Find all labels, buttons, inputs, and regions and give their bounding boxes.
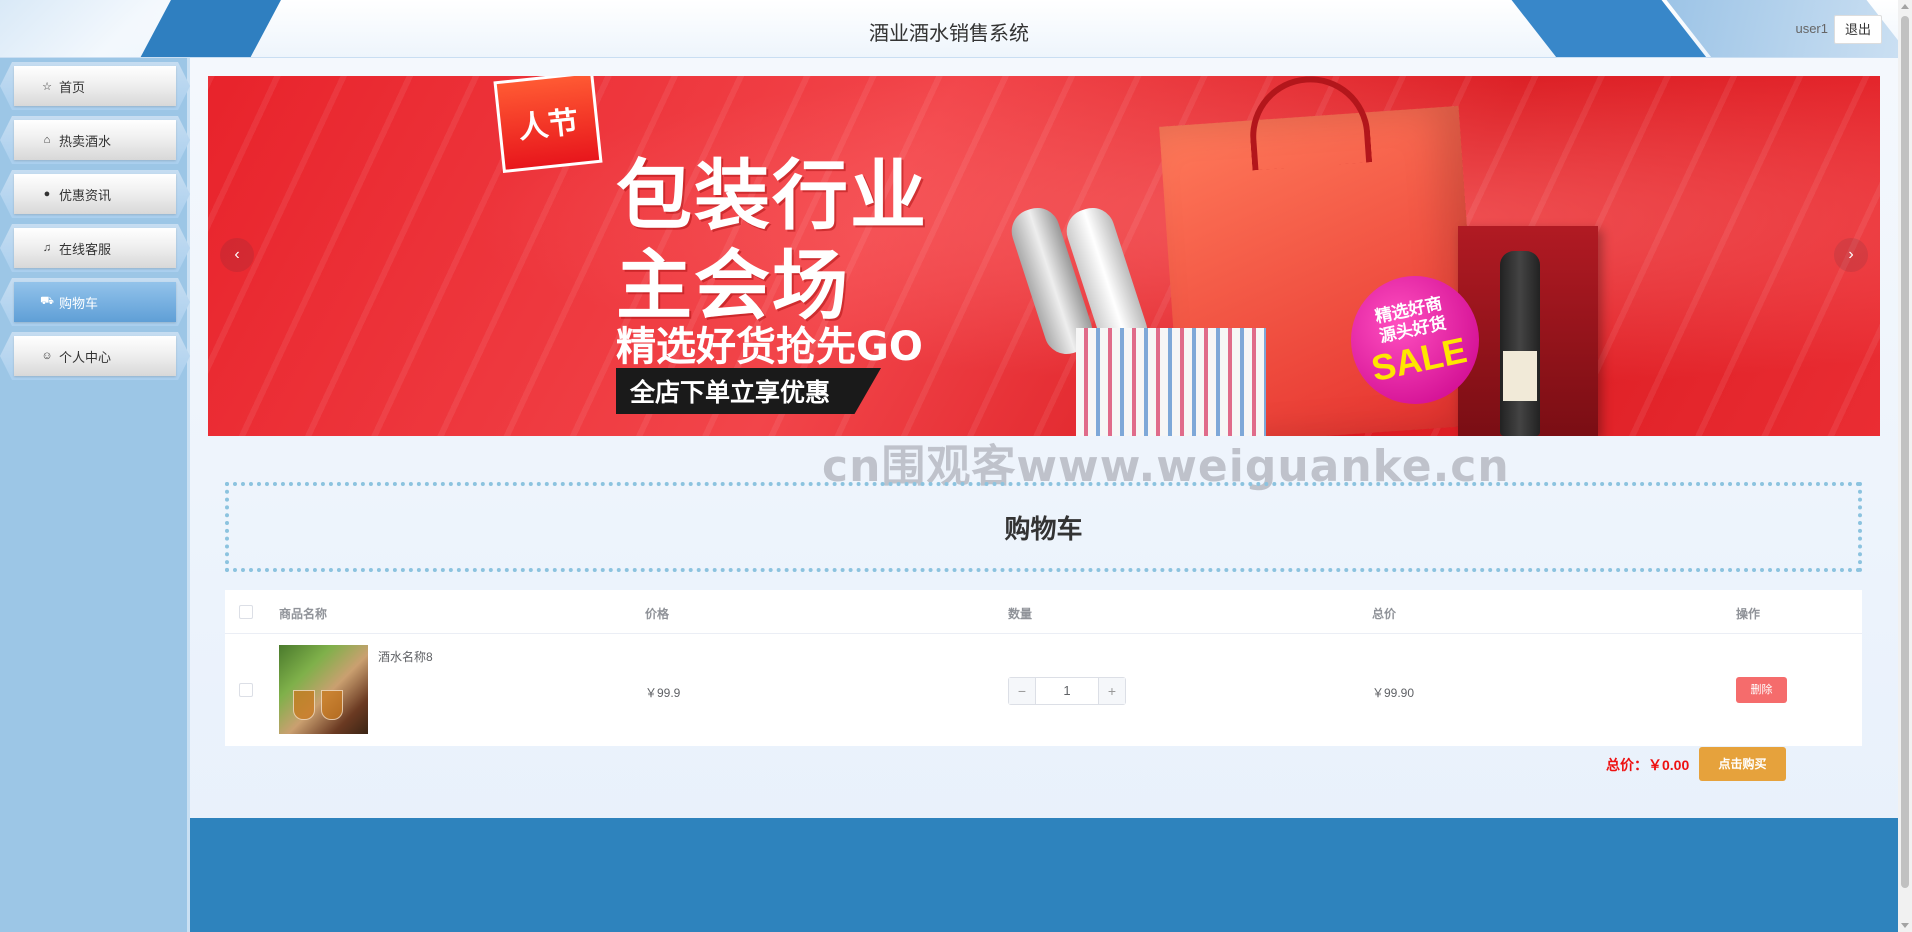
column-header-price: 价格: [645, 607, 670, 621]
sidebar-item-home[interactable]: ☆ 首页: [0, 62, 190, 110]
buy-button[interactable]: 点击购买: [1699, 747, 1786, 781]
product-subtotal: ￥99.90: [1372, 686, 1415, 700]
column-header-quantity: 数量: [1008, 607, 1033, 621]
banner-subline: 精选好货抢先GO: [616, 324, 923, 370]
menu-face[interactable]: ♫ 在线客服: [14, 228, 176, 268]
sidebar: ☆ 首页 ⌂ 热卖酒水 ● 优惠资讯 ♫ 在线客服 ⛟ 购物车 ☺ 个人中心: [0, 58, 190, 932]
scrollbar-thumb[interactable]: [1901, 16, 1909, 888]
scroll-up-icon[interactable]: [1901, 4, 1909, 9]
cart-total: 总价：￥0.00: [1606, 757, 1690, 773]
menu-face[interactable]: ☆ 首页: [14, 66, 176, 106]
banner-tagline: 全店下单立享优惠: [616, 368, 881, 414]
wine-bottle-image: [1500, 251, 1540, 436]
quantity-increase-button[interactable]: +: [1098, 678, 1125, 704]
wine-glass: [321, 690, 343, 720]
sidebar-item-cart[interactable]: ⛟ 购物车: [0, 278, 190, 326]
column-header-actions: 操作: [1736, 607, 1761, 621]
sidebar-item-profile[interactable]: ☺ 个人中心: [0, 332, 190, 380]
sidebar-item-label: 首页: [59, 79, 86, 95]
site-title: 酒业酒水销售系统: [869, 23, 1029, 45]
table-row: 酒水名称8 ￥99.9 − 1 + ￥99.90 删除: [225, 634, 1862, 746]
sidebar-item-label: 优惠资讯: [59, 187, 112, 203]
bottle-label: [1503, 351, 1537, 401]
wine-glass: [293, 690, 315, 720]
table-header: 商品名称 价格 数量 总价 操作: [225, 590, 1862, 634]
row-checkbox[interactable]: [239, 683, 253, 697]
username-label: user1: [1795, 21, 1828, 36]
logout-button[interactable]: 退出: [1834, 15, 1882, 44]
column-header-name: 商品名称: [279, 607, 328, 621]
sidebar-item-label: 热卖酒水: [59, 133, 112, 149]
user-icon: ☺: [41, 350, 53, 362]
page-scrollbar[interactable]: [1898, 0, 1912, 932]
info-circle-icon: ●: [43, 188, 51, 200]
shopping-bag-icon: ⌂: [43, 134, 51, 146]
product-name: 酒水名称8: [378, 650, 433, 664]
menu-face[interactable]: ● 优惠资讯: [14, 174, 176, 214]
sidebar-item-hot-wine[interactable]: ⌂ 热卖酒水: [0, 116, 190, 164]
page-title: 购物车: [225, 482, 1862, 572]
carousel-prev-button[interactable]: ‹: [220, 238, 254, 272]
quantity-stepper: − 1 +: [1008, 677, 1126, 705]
select-all-checkbox[interactable]: [239, 605, 253, 619]
column-header-subtotal: 总价: [1372, 607, 1397, 621]
sidebar-item-label: 个人中心: [59, 349, 112, 365]
menu-face[interactable]: ⛟ 购物车: [14, 282, 176, 322]
product-image: [279, 645, 368, 734]
headset-icon: ♫: [42, 242, 52, 254]
festival-badge: 人节: [493, 76, 603, 173]
banner-carousel[interactable]: 人节 包装行业 主会场 精选好货抢先GO 全店下单立享优惠 精选好商 源头好货 …: [208, 76, 1880, 436]
product-price: ￥99.9: [645, 686, 681, 700]
sidebar-item-label: 购物车: [59, 295, 99, 311]
sidebar-item-label: 在线客服: [59, 241, 112, 257]
menu-face[interactable]: ⌂ 热卖酒水: [14, 120, 176, 160]
sidebar-item-promotions[interactable]: ● 优惠资讯: [0, 170, 190, 218]
sidebar-item-support[interactable]: ♫ 在线客服: [0, 224, 190, 272]
top-header: 酒业酒水销售系统 user1 退出: [0, 0, 1898, 58]
gift-box-image: [1076, 328, 1266, 436]
carousel-next-button[interactable]: ›: [1834, 238, 1868, 272]
scroll-down-icon[interactable]: [1901, 923, 1909, 928]
cart-table: 商品名称 价格 数量 总价 操作 酒水名称8 ￥99.9 − 1 + ￥99.9…: [225, 590, 1862, 746]
cart-icon: ⛟: [40, 295, 54, 307]
quantity-decrease-button[interactable]: −: [1009, 678, 1036, 704]
menu-face[interactable]: ☺ 个人中心: [14, 336, 176, 376]
star-icon: ☆: [42, 80, 52, 93]
quantity-input[interactable]: 1: [1037, 678, 1097, 704]
footer: [190, 818, 1898, 932]
main-content: 人节 包装行业 主会场 精选好货抢先GO 全店下单立享优惠 精选好商 源头好货 …: [190, 58, 1898, 932]
delete-button[interactable]: 删除: [1736, 677, 1787, 703]
